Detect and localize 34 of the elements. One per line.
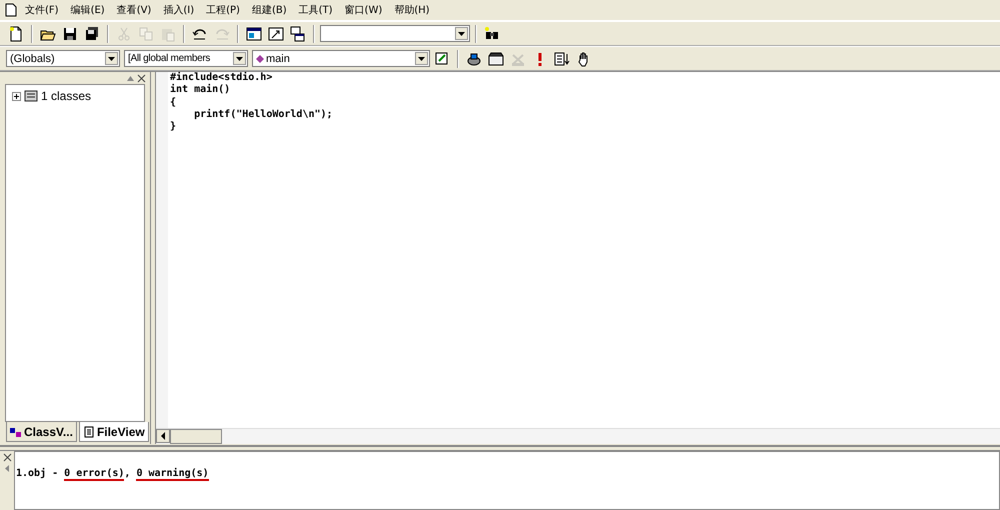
menu-item[interactable]: 工具(T)	[294, 2, 338, 18]
find-combo[interactable]	[320, 25, 470, 42]
class-view-icon	[10, 426, 22, 438]
file-icon	[82, 426, 95, 438]
build-message: 1.obj - 0 error(s), 0 warning(s)	[16, 468, 210, 479]
menu-item[interactable]: 组建(B)	[246, 2, 292, 18]
member-combo[interactable]: main	[252, 50, 430, 67]
code-line: }	[170, 121, 178, 134]
panel-tab[interactable]: ClassV...	[6, 422, 77, 442]
classes-icon	[24, 90, 38, 102]
code-line: printf("HelloWorld\n");	[193, 108, 333, 122]
menu-item[interactable]: 文件(F)	[20, 2, 64, 18]
tree-item[interactable]: 1 classes	[41, 89, 92, 103]
menu-item[interactable]: 编辑(E)	[66, 2, 110, 18]
code-line: int main()	[170, 84, 232, 97]
scope-combo[interactable]: (Globals)	[6, 50, 120, 67]
close-icon[interactable]	[2, 453, 12, 462]
code-line: #include<stdio.h>	[170, 72, 274, 84]
menu-item[interactable]: 帮助(H)	[389, 2, 435, 18]
code-editor[interactable]: #include<stdio.h> int main() { printf("HelloWorld\n"); }	[156, 72, 1000, 428]
horizontal-scrollbar[interactable]	[156, 428, 1000, 444]
panel-tab[interactable]: FileView	[78, 422, 149, 442]
code-line: {	[170, 96, 178, 109]
scroll-left-icon[interactable]	[156, 429, 170, 443]
close-icon[interactable]	[137, 74, 146, 82]
filter-combo[interactable]: [All global members	[124, 50, 248, 67]
scroll-thumb[interactable]	[170, 429, 222, 444]
menu-item[interactable]: 窗口(W)	[340, 2, 388, 18]
document-icon[interactable]	[4, 3, 18, 17]
menu-item[interactable]: 插入(I)	[158, 2, 200, 18]
diamond-icon	[256, 54, 264, 62]
menu-item[interactable]: 查看(V)	[112, 2, 156, 18]
expand-icon[interactable]	[12, 92, 21, 100]
menu-item[interactable]: 工程(P)	[201, 2, 245, 18]
